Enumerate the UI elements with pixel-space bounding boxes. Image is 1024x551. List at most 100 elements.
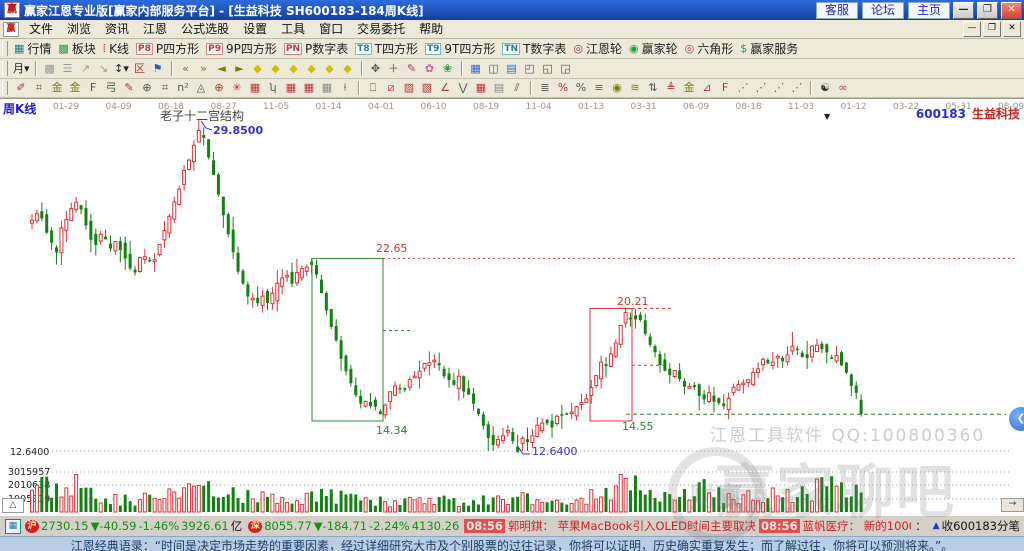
gold-grid-tool[interactable]: 金 — [49, 80, 65, 96]
last-page-icon[interactable]: » — [196, 61, 212, 77]
crosshair-tool-icon[interactable]: ＋ — [386, 61, 402, 77]
close-button[interactable]: ✕ — [1001, 1, 1022, 19]
winner-service-button[interactable]: $ 赢家服务 — [740, 40, 798, 57]
percent-wave-tool[interactable]: % — [555, 80, 571, 96]
winner-wheel-button[interactable]: ◉ 赢家轮 — [629, 40, 678, 57]
quotes-button[interactable]: ▦ 行情 — [14, 40, 51, 57]
t-square-button[interactable]: T8 T四方形 — [355, 40, 418, 57]
p-number-table-button[interactable]: PN P数字表 — [283, 40, 348, 57]
j-angle-tool[interactable]: ⊿ — [699, 80, 715, 96]
workstation-icon[interactable]: ◱ — [540, 61, 556, 77]
fence2-tool[interactable]: ▦ — [301, 80, 317, 96]
info-panel-icon[interactable]: ☰ — [60, 61, 76, 77]
menu-9[interactable]: 帮助 — [412, 20, 450, 38]
bow-arc-tool[interactable]: 弓 — [103, 80, 119, 96]
fan-lines-tool[interactable]: ⧄ — [383, 80, 399, 96]
column-split-tool[interactable]: ⍿ — [337, 80, 353, 96]
menu-2[interactable]: 资讯 — [98, 20, 136, 38]
notes-icon[interactable]: ▤ — [504, 61, 520, 77]
chart-area[interactable]: 01-29 04-09 06-18 08-27 11-05 01-14 04-01 06-10… — [0, 98, 1024, 543]
resistance-fan-tool[interactable]: ⋰ — [789, 80, 805, 96]
region-stat-icon[interactable]: 区 — [132, 61, 148, 77]
next-bar-icon[interactable]: ► — [232, 61, 248, 77]
first-page-icon[interactable]: « — [178, 61, 194, 77]
speed-fan-tool[interactable]: ⋰ — [753, 80, 769, 96]
toolbar-grip[interactable] — [2, 40, 8, 57]
sz-index-value[interactable]: 8055.77 — [264, 519, 312, 533]
menu-3[interactable]: 江恩 — [136, 20, 174, 38]
gann-diamond-shrink-icon[interactable]: ◆ — [304, 61, 320, 77]
mdi-restore-button[interactable]: ❐ — [983, 21, 1001, 37]
fence-tool[interactable]: ▦ — [283, 80, 299, 96]
fib-ruler-tool[interactable]: F — [85, 80, 101, 96]
gold-wave-tool[interactable]: ≋ — [627, 80, 643, 96]
angle-line-tool[interactable]: ∠ — [437, 80, 453, 96]
hatch-box2-tool[interactable]: ▧ — [419, 80, 435, 96]
step-down-icon[interactable]: ↘ — [96, 61, 112, 77]
prev-bar-icon[interactable]: ◄ — [214, 61, 230, 77]
t-number-table-button[interactable]: TN T数字表 — [502, 40, 566, 57]
percent-lines-tool[interactable]: ≡ — [591, 80, 607, 96]
infinity-tool[interactable]: ∞ — [835, 80, 851, 96]
calculator-icon[interactable]: ◫ — [486, 61, 502, 77]
calendar-icon[interactable]: ▦ — [468, 61, 484, 77]
red-circle-tool[interactable]: ⊕ — [211, 80, 227, 96]
yinyang-tool[interactable]: ☯ — [817, 80, 833, 96]
nine-p-square-button[interactable]: P9 9P四方形 — [206, 40, 277, 57]
candle-style-selector[interactable]: ↕▾ — [114, 61, 130, 77]
minimize-button[interactable]: — — [953, 1, 974, 19]
title-bar[interactable]: 赢 赢家江恩专业版[赢家内部服务平台] - [生益科技 SH600183-184… — [0, 0, 1024, 20]
gold-fan-tool[interactable]: ⋰ — [735, 80, 751, 96]
hash-ruler-tool[interactable]: ⌗ — [157, 80, 173, 96]
flag-mark-icon[interactable]: ⚑ — [150, 61, 166, 77]
menu-6[interactable]: 工具 — [274, 20, 312, 38]
nine-t-square-button[interactable]: T9 9T四方形 — [425, 40, 495, 57]
gold-grid2-tool[interactable]: 金 — [67, 80, 83, 96]
shenzhen-index-icon[interactable]: 深 — [248, 519, 263, 533]
menu-0[interactable]: 文件 — [22, 20, 60, 38]
gann-diamond-up-icon[interactable]: ◆ — [322, 61, 338, 77]
dropdown-caret-icon[interactable]: ▼ — [824, 112, 830, 121]
box-grid-tool[interactable]: ▦ — [247, 80, 263, 96]
toolbar-grip[interactable] — [2, 60, 8, 77]
gray-grid-tool[interactable]: ▦ — [319, 80, 335, 96]
vee-line-tool[interactable]: ⋁ — [455, 80, 471, 96]
maximize-button[interactable]: ❐ — [977, 1, 998, 19]
quote-table-icon[interactable]: ▦ — [5, 518, 21, 534]
f-level-tool[interactable]: F — [717, 80, 733, 96]
parallel-lines-tool[interactable]: ⫽ — [509, 80, 525, 96]
pen-tool-icon[interactable]: ✎ — [404, 61, 420, 77]
pointer-tool[interactable]: ◬ — [193, 80, 209, 96]
triangle-level-tool[interactable]: ≜ — [663, 80, 679, 96]
clover-tool-icon[interactable]: ❀ — [440, 61, 456, 77]
gann-wheel-button[interactable]: ◎ 江恩轮 — [573, 40, 622, 57]
volume-pane-toggle-button[interactable]: △ — [2, 498, 24, 513]
box-diagonal-tool[interactable]: ⎕ — [365, 80, 381, 96]
shanghai-index-icon[interactable]: 沪 — [25, 519, 39, 533]
square-number-tool[interactable]: n² — [175, 80, 191, 96]
percent-tool[interactable]: % — [573, 80, 589, 96]
scroll-right-button[interactable]: → — [1001, 498, 1024, 512]
forum-button[interactable]: 论坛 — [861, 1, 904, 19]
updown-mark-tool[interactable]: ⇅ — [645, 80, 661, 96]
customer-service-button[interactable]: 客服 — [815, 1, 858, 19]
sectors-button[interactable]: ▩ 板块 — [58, 40, 95, 57]
circle-grid-tool[interactable]: ⊕ — [139, 80, 155, 96]
ratio-lines-tool[interactable]: ≣ — [537, 80, 553, 96]
save-icon[interactable]: ◰ — [522, 61, 538, 77]
menu-5[interactable]: 设置 — [236, 20, 274, 38]
hatch-box-tool[interactable]: ▨ — [401, 80, 417, 96]
gann-diamond-expand-icon[interactable]: ◆ — [286, 61, 302, 77]
row-grid-tool[interactable]: ▤ — [491, 80, 507, 96]
gold-level-tool[interactable]: 金 — [681, 80, 697, 96]
flower-tool-icon[interactable]: ✿ — [422, 61, 438, 77]
menu-8[interactable]: 交易委托 — [350, 20, 412, 38]
p-square-button[interactable]: P8 P四方形 — [136, 40, 199, 57]
hand-tool-icon[interactable]: ✥ — [368, 61, 384, 77]
toolbar-grip[interactable] — [2, 80, 8, 96]
draw-pen-tool[interactable]: ✐ — [13, 80, 29, 96]
wave-tool[interactable]: ʮ — [265, 80, 281, 96]
gold-circle-tool[interactable]: ◉ — [609, 80, 625, 96]
network-icon[interactable]: ◲ — [558, 61, 574, 77]
overlay-compare-icon[interactable]: ▩ — [42, 61, 58, 77]
